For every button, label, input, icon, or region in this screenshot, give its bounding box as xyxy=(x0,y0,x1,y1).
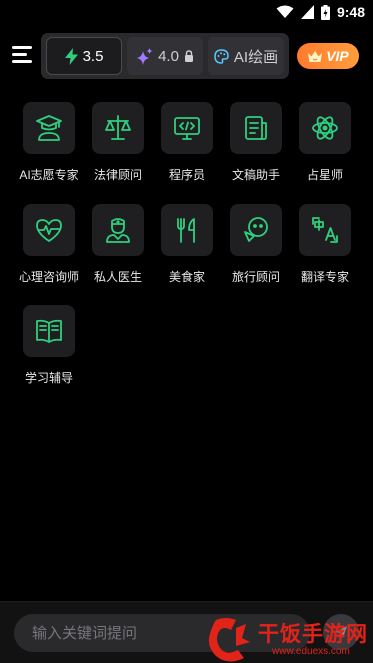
model-tab-ai-painting[interactable]: AI绘画 xyxy=(208,37,284,75)
bolt-icon xyxy=(64,47,78,65)
document-icon xyxy=(245,116,267,140)
atom-icon xyxy=(312,116,338,140)
status-icons: 9:48 xyxy=(276,4,365,20)
scales-icon xyxy=(105,115,131,140)
heart-pulse-icon xyxy=(36,219,62,242)
assistant-tile xyxy=(92,102,144,154)
code-monitor-icon xyxy=(174,117,200,140)
model-tab-3-5[interactable]: 3.5 xyxy=(46,37,122,75)
assistant-tile xyxy=(23,204,75,256)
assistant-tile xyxy=(92,204,144,256)
assistant-translator[interactable]: 翻译专家 xyxy=(290,204,360,294)
book-icon xyxy=(36,319,62,343)
crown-icon xyxy=(308,50,323,62)
signal-icon xyxy=(300,5,314,19)
doctor-icon xyxy=(106,218,130,243)
menu-button[interactable] xyxy=(12,46,32,64)
assistant-tile xyxy=(230,204,282,256)
bottom-input-bar xyxy=(0,601,373,663)
assistant-study-tutor[interactable]: 学习辅导 xyxy=(14,305,84,395)
battery-icon xyxy=(320,4,330,20)
vip-button[interactable]: VIP xyxy=(297,43,359,69)
assistant-tile xyxy=(230,102,282,154)
model-tab-label: AI绘画 xyxy=(233,48,279,66)
assistant-tile xyxy=(23,102,75,154)
question-input[interactable] xyxy=(14,614,310,652)
palette-icon xyxy=(214,48,229,64)
model-tab-4-0[interactable]: 4.0 xyxy=(127,37,203,75)
model-tab-label: 4.0 xyxy=(158,47,179,65)
travel-icon xyxy=(244,217,268,242)
translate-icon xyxy=(312,217,338,243)
graduate-icon xyxy=(36,115,62,141)
fork-knife-icon xyxy=(177,218,195,243)
assistant-label: 占星师 xyxy=(306,168,343,182)
assistant-astrologer[interactable]: 占星师 xyxy=(290,102,360,192)
model-selector: 3.5 4.0 AI绘画 xyxy=(41,33,289,79)
top-bar: 3.5 4.0 AI绘画 VIP xyxy=(0,30,373,82)
send-button[interactable] xyxy=(323,614,359,650)
assistant-tile xyxy=(23,305,75,357)
vip-label: VIP xyxy=(326,48,349,64)
assistant-tile xyxy=(161,102,213,154)
sparkle-icon xyxy=(137,47,153,65)
model-tab-label: 3.5 xyxy=(82,47,104,65)
assistant-label: 翻译专家 xyxy=(300,270,349,284)
send-icon xyxy=(335,626,347,638)
assistant-tile xyxy=(299,204,351,256)
assistant-tile xyxy=(161,204,213,256)
assistant-tile xyxy=(299,102,351,154)
status-bar: 9:48 xyxy=(0,0,373,28)
assistant-label: 学习辅导 xyxy=(24,371,73,385)
wifi-icon xyxy=(276,5,294,18)
status-time: 9:48 xyxy=(336,4,365,20)
lock-icon xyxy=(184,50,193,62)
